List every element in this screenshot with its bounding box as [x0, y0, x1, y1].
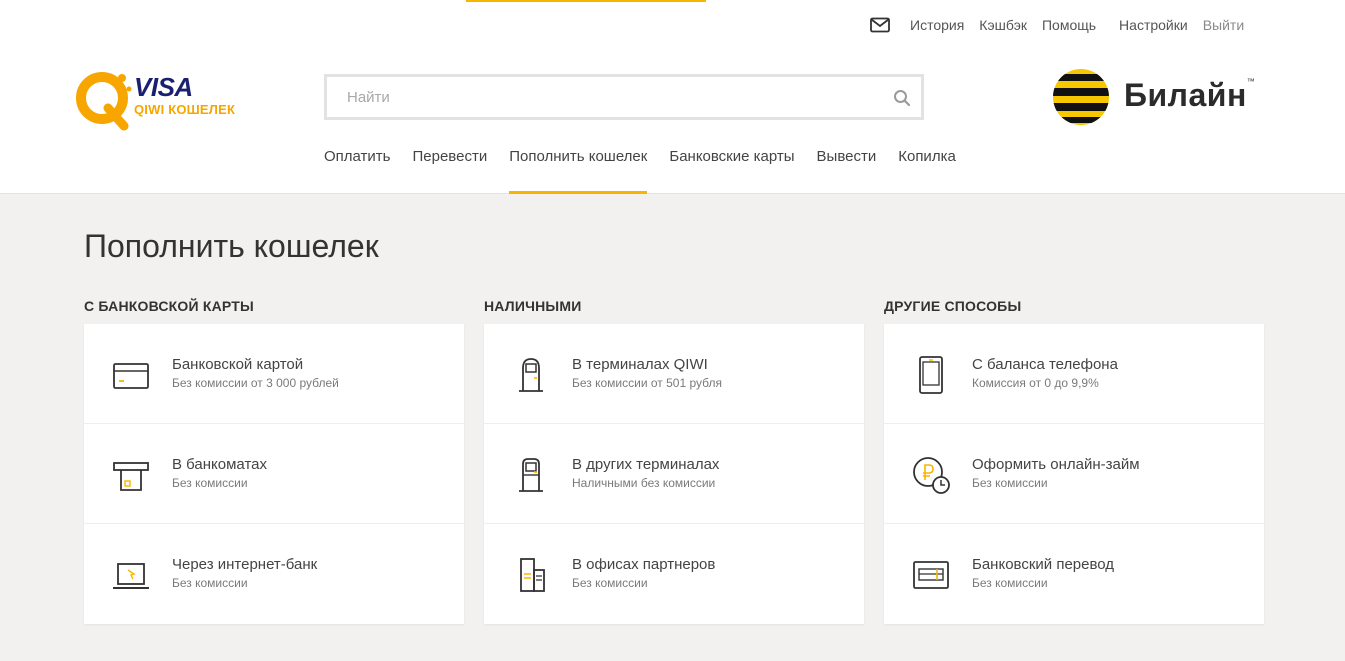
cashback-link[interactable]: Кэшбэк: [979, 17, 1027, 33]
option-other-terminals[interactable]: В других терминалах Наличными без комисс…: [484, 424, 864, 524]
option-subtitle: Без комиссии: [172, 576, 248, 590]
options-card: В терминалах QIWI Без комиссии от 501 ру…: [484, 324, 864, 624]
option-title: В других терминалах: [572, 456, 720, 473]
atm-icon: [113, 462, 149, 491]
option-phone-balance[interactable]: С баланса телефона Комиссия от 0 до 9,9%: [884, 324, 1264, 424]
option-subtitle: Без комиссии: [972, 476, 1048, 490]
beeline-wordmark: Билайн™: [1124, 77, 1255, 114]
qiwi-visa-logo[interactable]: VISA QIWI КОШЕЛЕК: [72, 68, 252, 132]
trademark-mark: ™: [1246, 77, 1256, 86]
option-title: Банковский перевод: [972, 556, 1115, 573]
bank-transfer-icon: [913, 561, 949, 589]
option-title: В офисах партнеров: [572, 556, 716, 573]
option-title: В банкоматах: [172, 456, 267, 473]
column-cash: НАЛИЧНЫМИ В терминалах QIWI Без комиссии…: [484, 298, 864, 624]
nav-bank-cards[interactable]: Банковские карты: [669, 148, 794, 194]
column-title: С БАНКОВСКОЙ КАРТЫ: [84, 298, 254, 314]
option-subtitle: Комиссия от 0 до 9,9%: [972, 376, 1099, 390]
nav-transfer[interactable]: Перевести: [413, 148, 488, 194]
option-qiwi-terminals[interactable]: В терминалах QIWI Без комиссии от 501 ру…: [484, 324, 864, 424]
office-icon: [520, 558, 545, 592]
options-card: С баланса телефона Комиссия от 0 до 9,9%…: [884, 324, 1264, 624]
option-subtitle: Наличными без комиссии: [572, 476, 716, 490]
column-title: ДРУГИЕ СПОСОБЫ: [884, 298, 1022, 314]
option-bank-card[interactable]: Банковской картой Без комиссии от 3 000 …: [84, 324, 464, 424]
settings-link[interactable]: Настройки: [1119, 17, 1188, 33]
option-internet-bank[interactable]: Через интернет-банк Без комиссии: [84, 524, 464, 624]
option-subtitle: Без комиссии: [572, 576, 648, 590]
laptop-icon: [113, 563, 149, 589]
qiwi-logo-icon: [76, 72, 132, 131]
credit-card-icon: [113, 363, 149, 389]
option-title: С баланса телефона: [972, 356, 1118, 373]
beeline-name: Билайн: [1124, 77, 1247, 113]
top-accent-bar: [466, 0, 706, 2]
terminal-icon: [519, 458, 543, 492]
option-subtitle: Без комиссии от 3 000 рублей: [172, 376, 339, 390]
help-link[interactable]: Помощь: [1042, 17, 1096, 33]
envelope-icon[interactable]: [870, 17, 890, 33]
column-other-methods: ДРУГИЕ СПОСОБЫ С баланса телефона Комисс…: [884, 298, 1264, 624]
column-bank-card: С БАНКОВСКОЙ КАРТЫ Банковской картой Без…: [84, 298, 464, 624]
site-header: История Кэшбэк Помощь Настройки Выйти VI…: [0, 0, 1345, 194]
main-nav: Оплатить Перевести Пополнить кошелек Бан…: [324, 148, 978, 194]
phone-icon: [919, 356, 943, 394]
option-title: Банковской картой: [172, 356, 304, 373]
nav-pay[interactable]: Оплатить: [324, 148, 391, 194]
history-link[interactable]: История: [910, 17, 964, 33]
column-title: НАЛИЧНЫМИ: [484, 298, 582, 314]
nav-topup[interactable]: Пополнить кошелек: [509, 148, 648, 194]
nav-withdraw[interactable]: Вывести: [817, 148, 877, 194]
beeline-ball-icon: [1053, 69, 1109, 125]
top-links: История Кэшбэк Помощь Настройки Выйти: [870, 15, 1244, 35]
option-title: Оформить онлайн-займ: [972, 456, 1140, 473]
search-input[interactable]: [327, 77, 921, 117]
logo-qiwi-text: QIWI КОШЕЛЕК: [134, 102, 236, 117]
page-title: Пополнить кошелек: [84, 228, 379, 264]
beeline-logo[interactable]: Билайн™: [1052, 68, 1262, 126]
nav-piggybank[interactable]: Копилка: [898, 148, 956, 194]
option-partner-offices[interactable]: В офисах партнеров Без комиссии: [484, 524, 864, 624]
qiwi-terminal-icon: [519, 358, 543, 392]
option-title: В терминалах QIWI: [572, 356, 708, 373]
loan-icon: [913, 457, 950, 494]
option-title: Через интернет-банк: [172, 556, 318, 573]
logo-visa-text: VISA: [134, 72, 193, 102]
option-atm[interactable]: В банкоматах Без комиссии: [84, 424, 464, 524]
option-bank-transfer[interactable]: Банковский перевод Без комиссии: [884, 524, 1264, 624]
search-box: [324, 74, 924, 120]
search-icon[interactable]: [893, 89, 911, 107]
option-online-loan[interactable]: Оформить онлайн-займ Без комиссии: [884, 424, 1264, 524]
option-subtitle: Без комиссии от 501 рубля: [572, 376, 722, 390]
options-card: Банковской картой Без комиссии от 3 000 …: [84, 324, 464, 624]
logout-link[interactable]: Выйти: [1203, 17, 1244, 33]
option-subtitle: Без комиссии: [172, 476, 248, 490]
option-subtitle: Без комиссии: [972, 576, 1048, 590]
